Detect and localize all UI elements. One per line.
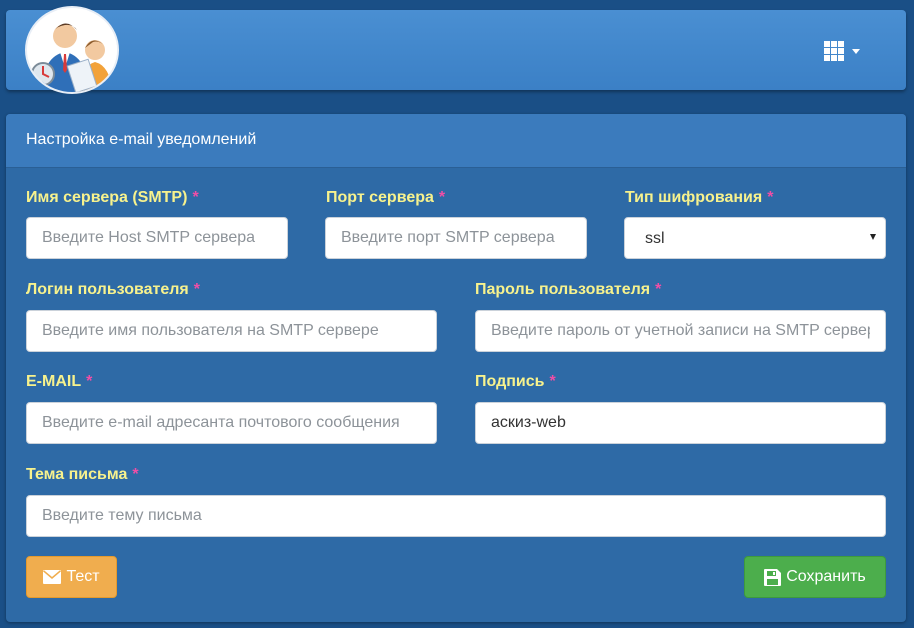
required-mark: * [192, 189, 199, 206]
email-input[interactable] [26, 402, 437, 444]
email-settings-panel: Настройка e-mail уведомлений Имя сервера… [6, 114, 906, 622]
test-button[interactable]: Тест [26, 556, 117, 598]
encryption-label: Тип шифрования * [625, 189, 773, 207]
signature-label-text: Подпись [475, 373, 545, 390]
required-mark: * [132, 466, 139, 483]
smtp-server-input[interactable] [26, 217, 288, 259]
login-input[interactable] [26, 310, 437, 352]
password-label-text: Пароль пользователя [475, 281, 651, 298]
subject-label-text: Тема письма [26, 466, 128, 483]
grid-icon [824, 41, 844, 61]
password-label: Пароль пользователя * [475, 281, 661, 299]
test-button-label: Тест [66, 568, 100, 585]
email-label-text: E-MAIL [26, 373, 82, 390]
subject-input[interactable] [26, 495, 886, 537]
smtp-port-label: Порт сервера * [326, 189, 445, 207]
login-label-text: Логин пользователя [26, 281, 189, 298]
apps-menu-button[interactable] [824, 38, 870, 64]
chevron-down-icon [870, 234, 876, 240]
required-mark: * [549, 373, 556, 390]
panel-title: Настройка e-mail уведомлений [6, 114, 906, 168]
smtp-server-label-text: Имя сервера (SMTP) [26, 189, 188, 206]
save-button[interactable]: Сохранить [744, 556, 886, 598]
required-mark: * [193, 281, 200, 298]
business-people-icon [25, 6, 119, 94]
required-mark: * [438, 189, 446, 206]
signature-label: Подпись * [475, 373, 556, 391]
save-button-label: Сохранить [786, 568, 866, 585]
encryption-label-text: Тип шифрования [625, 189, 763, 206]
encryption-selected-value: ssl [645, 230, 665, 247]
password-input[interactable] [475, 310, 886, 352]
envelope-icon [43, 570, 62, 584]
top-navbar [6, 6, 906, 94]
encryption-select[interactable]: ssl [624, 217, 886, 259]
smtp-server-label: Имя сервера (SMTP) * [26, 189, 199, 207]
login-label: Логин пользователя * [26, 281, 200, 299]
caret-down-icon [852, 48, 860, 54]
smtp-port-label-text: Порт сервера [326, 189, 434, 206]
required-mark: * [767, 189, 774, 206]
email-label: E-MAIL * [26, 373, 92, 391]
required-mark: * [86, 373, 93, 390]
signature-input[interactable] [475, 402, 886, 444]
subject-label: Тема письма * [26, 466, 139, 484]
smtp-port-input[interactable] [325, 217, 587, 259]
required-mark: * [655, 281, 662, 298]
floppy-disk-icon [764, 568, 782, 586]
